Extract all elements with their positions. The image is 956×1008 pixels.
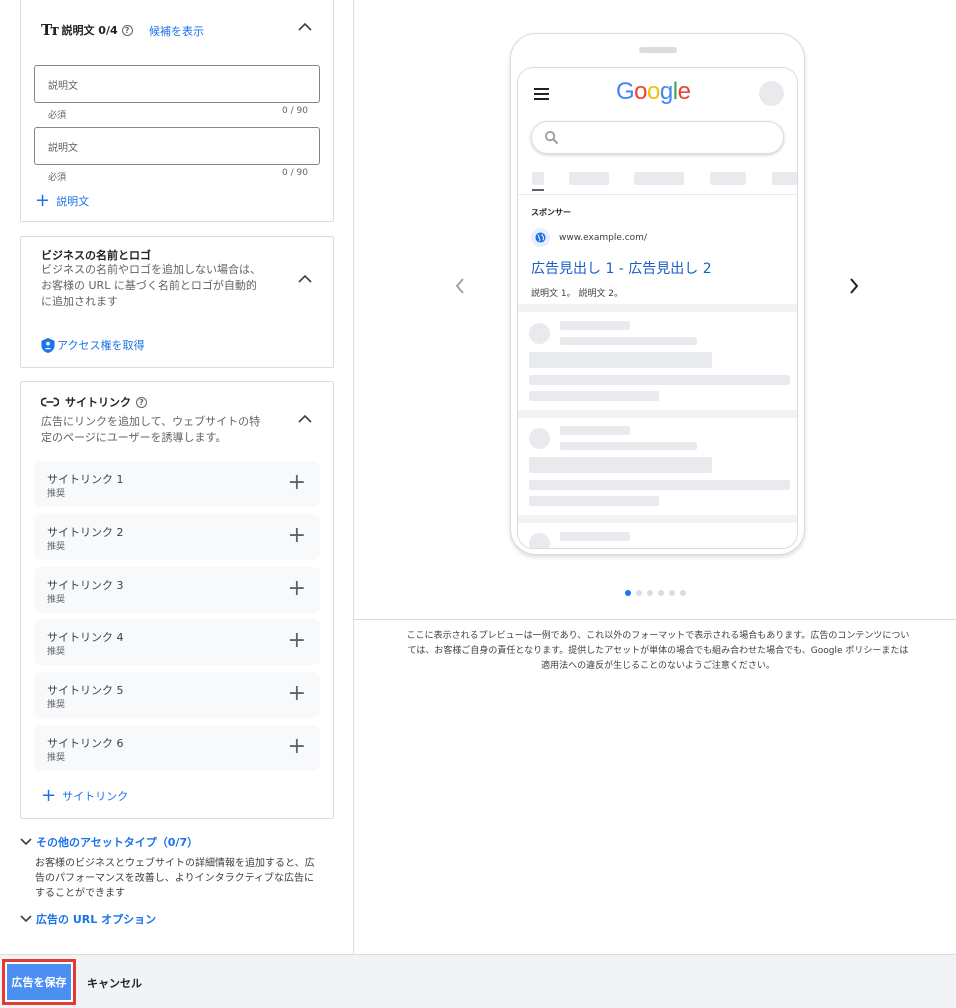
business-description: ビジネスの名前やロゴを追加しない場合は、 お客様の URL に基づく名前とロゴが… <box>41 263 261 308</box>
chevron-down-icon <box>20 838 32 846</box>
ad-display-url: www.example.com/ <box>559 233 647 243</box>
sitelink-title: サイトリンク ? <box>41 394 147 410</box>
description-input-2[interactable]: 説明文 <box>34 127 320 165</box>
sitelink-row-2[interactable]: サイトリンク 2 推奨 + <box>34 514 320 560</box>
preview-disclaimer: ここに表示されるプレビューは一例であり、これ以外のフォーマットで表示される場合も… <box>406 631 910 671</box>
collapse-chevron-icon[interactable] <box>297 411 313 427</box>
phone-speaker <box>639 47 677 53</box>
result-placeholder-line <box>560 426 630 435</box>
google-logo: Google <box>616 78 691 105</box>
pagination-dot[interactable] <box>669 590 675 596</box>
tab-placeholder <box>634 172 684 185</box>
active-tab-indicator <box>532 189 544 191</box>
ad-description: 説明文 1。 説明文 2。 <box>531 289 624 299</box>
collapse-chevron-icon[interactable] <box>297 19 313 35</box>
add-sitelink-plus-icon[interactable]: + <box>288 735 306 759</box>
add-sitelink-plus-icon[interactable]: + <box>288 524 306 548</box>
business-title: ビジネスの名前とロゴ <box>41 249 151 262</box>
result-separator <box>518 304 797 312</box>
tab-placeholder <box>710 172 746 185</box>
phone-screen: Google スポンサー www.example.com/ 広告見出し 1 - … <box>517 67 798 549</box>
chevron-down-icon <box>20 915 32 923</box>
preview-pagination <box>625 590 686 596</box>
result-placeholder-line <box>529 457 712 473</box>
result-placeholder-icon <box>529 323 550 344</box>
help-icon[interactable]: ? <box>121 24 133 36</box>
sitelink-row-5[interactable]: サイトリンク 5 推奨 + <box>34 672 320 718</box>
required-hint: 必須 <box>48 173 67 183</box>
preview-divider <box>354 619 956 620</box>
result-placeholder-line <box>560 532 630 541</box>
ad-preview-panel: Google スポンサー www.example.com/ 広告見出し 1 - … <box>354 0 956 955</box>
add-sitelink-plus-icon[interactable]: + <box>288 629 306 653</box>
other-assets-description: お客様のビジネスとウェブサイトの詳細情報を追加すると、広 告のパフォーマンスを改… <box>35 858 315 899</box>
result-placeholder-line <box>560 337 697 345</box>
char-counter: 0 / 90 <box>282 168 308 178</box>
pagination-dot[interactable] <box>625 590 631 596</box>
char-counter: 0 / 90 <box>282 106 308 116</box>
pagination-dot[interactable] <box>636 590 642 596</box>
sitelink-card: サイトリンク ? 広告にリンクを追加して、ウェブサイトの特 定のページにユーザー… <box>20 381 334 819</box>
footer-bar <box>0 956 956 1008</box>
result-placeholder-icon <box>529 428 550 449</box>
cancel-button[interactable]: キャンセル <box>87 975 142 991</box>
result-placeholder-line <box>529 496 659 506</box>
text-format-icon: Tт <box>41 21 60 39</box>
get-access-link[interactable]: アクセス権を取得 <box>41 337 144 353</box>
url-options-toggle[interactable]: 広告の URL オプション <box>20 911 156 927</box>
plus-icon: + <box>41 785 57 806</box>
collapse-chevron-icon[interactable] <box>297 271 313 287</box>
phone-mockup: Google スポンサー www.example.com/ 広告見出し 1 - … <box>510 33 805 555</box>
avatar <box>759 81 784 106</box>
add-sitelink-plus-icon[interactable]: + <box>288 682 306 706</box>
search-icon <box>544 130 559 145</box>
sponsored-label: スポンサー <box>531 208 571 217</box>
result-placeholder-line <box>529 480 790 490</box>
sitelink-description: 広告にリンクを追加して、ウェブサイトの特 定のページにユーザーを誘導します。 <box>41 415 261 444</box>
sitelink-row-1[interactable]: サイトリンク 1 推奨 + <box>34 461 320 507</box>
shield-icon <box>41 337 55 353</box>
globe-icon <box>531 228 550 247</box>
add-description-button[interactable]: + 説明文 <box>35 190 89 211</box>
result-placeholder-line <box>560 442 697 450</box>
sitelink-row-6[interactable]: サイトリンク 6 推奨 + <box>34 725 320 771</box>
result-placeholder-icon <box>529 533 550 548</box>
result-placeholder-line <box>529 375 790 385</box>
help-icon[interactable]: ? <box>136 396 147 408</box>
tab-placeholder <box>772 172 797 185</box>
description-input-1[interactable]: 説明文 <box>34 65 320 103</box>
hamburger-menu-icon <box>534 88 549 100</box>
other-asset-types-toggle[interactable]: その他のアセットタイプ（0/7） <box>20 834 198 850</box>
link-icon <box>41 397 59 407</box>
description-title: Tт 説明文 0/4 ? <box>41 21 133 39</box>
add-sitelink-plus-icon[interactable]: + <box>288 577 306 601</box>
result-placeholder-line <box>560 321 630 330</box>
pagination-dot[interactable] <box>680 590 686 596</box>
show-candidates-link[interactable]: 候補を表示 <box>149 23 204 39</box>
sitelink-row-3[interactable]: サイトリンク 3 推奨 + <box>34 567 320 613</box>
plus-icon: + <box>35 190 51 211</box>
ad-headline: 広告見出し 1 - 広告見出し 2 <box>531 261 712 277</box>
tabs-divider <box>518 194 797 195</box>
asset-editor-panel: Tт 説明文 0/4 ? 候補を表示 説明文 必須 0 / 90 説明文 必須 … <box>0 0 354 955</box>
result-placeholder-line <box>529 352 712 368</box>
sitelink-row-4[interactable]: サイトリンク 4 推奨 + <box>34 619 320 665</box>
preview-next-icon[interactable] <box>848 278 860 294</box>
tab-placeholder <box>569 172 609 185</box>
save-ad-button[interactable]: 広告を保存 <box>2 959 76 1005</box>
description-card: Tт 説明文 0/4 ? 候補を表示 説明文 必須 0 / 90 説明文 必須 … <box>20 0 334 222</box>
preview-prev-icon[interactable] <box>454 278 466 294</box>
pagination-dot[interactable] <box>647 590 653 596</box>
business-name-logo-card: ビジネスの名前とロゴ ビジネスの名前やロゴを追加しない場合は、 お客様の URL… <box>20 236 334 368</box>
required-hint: 必須 <box>48 111 67 121</box>
result-placeholder-line <box>529 391 659 401</box>
tab-placeholder <box>532 172 544 185</box>
result-separator <box>518 515 797 523</box>
add-sitelink-button[interactable]: + サイトリンク <box>41 785 128 806</box>
pagination-dot[interactable] <box>658 590 664 596</box>
add-sitelink-plus-icon[interactable]: + <box>288 471 306 495</box>
mock-search-bar <box>531 121 784 154</box>
result-separator <box>518 410 797 418</box>
